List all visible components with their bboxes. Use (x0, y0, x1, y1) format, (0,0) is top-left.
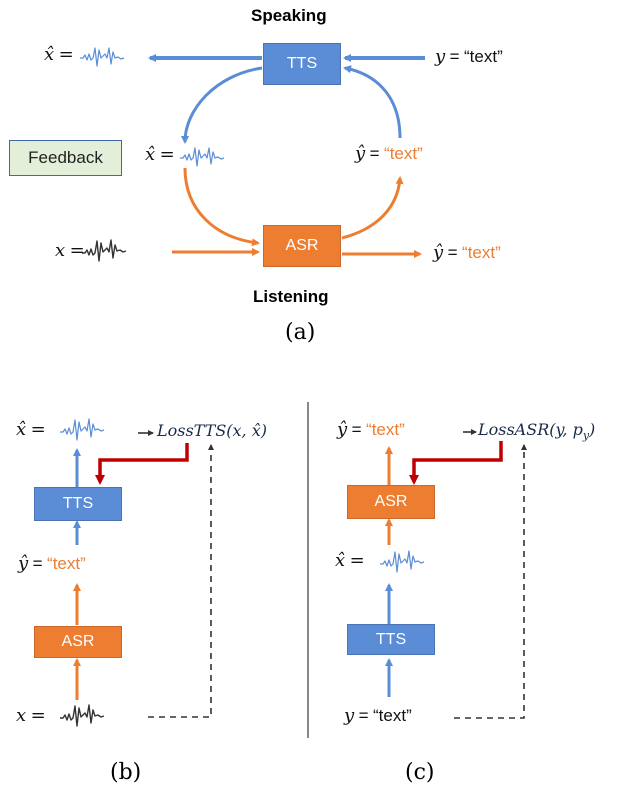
asr-box-a: ASR (263, 225, 341, 267)
x-symbol: x (55, 240, 66, 261)
loss-asr-end: ) (589, 420, 596, 439)
xhat-eq-top: x̂ = (44, 44, 74, 65)
x-symbol: x (16, 705, 27, 726)
tts-box-c: TTS (347, 624, 435, 655)
equals-sign: = (58, 44, 74, 65)
waveform-xhat-feedback (180, 147, 225, 167)
yhat-symbol: ŷ (337, 419, 348, 440)
xhat-eq-b: x̂ = (16, 419, 46, 440)
waveform-xhat-b (60, 418, 105, 441)
diagram-connectors (60, 47, 527, 738)
equals-sign: = (30, 419, 46, 440)
text-word: text (371, 420, 400, 439)
waveform-x-input (82, 239, 127, 262)
dashed-line-c (454, 444, 527, 719)
y-text-input: y = “text” (435, 46, 503, 67)
caption-a: (a) (285, 320, 316, 345)
loss-tts-label: LossTTS(x, x̂) (157, 421, 267, 440)
loss-asr-main: LossASR(y, p (478, 420, 583, 439)
asr-box-b: ASR (34, 626, 122, 658)
x-eq-input: x = (55, 240, 85, 261)
text-word: text (389, 144, 418, 163)
y-text-value: “text” (373, 706, 412, 725)
text-word: text (52, 554, 81, 573)
y-symbol: y (344, 705, 355, 726)
equals-sign: = (30, 705, 46, 726)
equals-sign: = (358, 706, 369, 725)
yhat-symbol: ŷ (18, 553, 29, 574)
equals-sign: = (351, 420, 362, 439)
xhat-symbol: x̂ (145, 144, 156, 165)
y-text-c: y = “text” (344, 705, 412, 726)
speaking-label: Speaking (251, 6, 327, 25)
y-text-value: “text” (464, 47, 503, 66)
arrow-asr-to-yhat (341, 176, 404, 240)
yhat-text-b: ŷ = “text” (18, 553, 86, 574)
yhat-text-output: ŷ = “text” (433, 242, 501, 263)
waveform-x-b (60, 704, 105, 727)
tts-box-a: TTS (263, 43, 341, 85)
xhat-eq-c: x̂ = (335, 550, 365, 571)
arrow-tts-to-feedback-xhat (181, 66, 263, 144)
dashed-line-b (148, 444, 214, 718)
quote-close: ” (80, 554, 86, 573)
feedback-box: Feedback (9, 140, 122, 176)
asr-box-c: ASR (347, 485, 435, 519)
arrow-xhat-to-asr (183, 167, 260, 247)
quote-close: ” (417, 144, 423, 163)
xhat-symbol: x̂ (44, 44, 55, 65)
loss-asr-label: LossASR(y, py) (478, 420, 595, 442)
xhat-eq-feedback: x̂ = (145, 144, 175, 165)
waveform-xhat-top (80, 47, 125, 67)
x-eq-b: x = (16, 705, 46, 726)
tts-box-b: TTS (34, 487, 122, 521)
y-symbol: y (435, 46, 446, 67)
arrow-yhat-to-tts (343, 65, 402, 139)
listening-label: Listening (253, 287, 329, 306)
equals-sign: = (447, 243, 458, 262)
feedback-arrow-c (409, 441, 503, 485)
equals-sign: = (69, 240, 85, 261)
yhat-text-feedback: ŷ = “text” (355, 143, 423, 164)
equals-sign: = (449, 47, 460, 66)
equals-sign: = (32, 554, 43, 573)
panel-b-arrows (73, 430, 214, 718)
yhat-symbol: ŷ (355, 143, 366, 164)
yhat-symbol: ŷ (433, 242, 444, 263)
equals-sign: = (159, 144, 175, 165)
quote-close: ” (495, 243, 501, 262)
xhat-symbol: x̂ (335, 550, 346, 571)
text-word: text (467, 243, 496, 262)
yhat-text-c: ŷ = “text” (337, 419, 405, 440)
waveform-xhat-c (380, 550, 425, 573)
xhat-symbol: x̂ (16, 419, 27, 440)
caption-b: (b) (110, 760, 142, 785)
feedback-arrow-b (95, 443, 189, 485)
equals-sign: = (369, 144, 380, 163)
caption-c: (c) (405, 760, 435, 785)
panel-c-arrows (385, 429, 527, 719)
equals-sign: = (349, 550, 365, 571)
quote-close: ” (399, 420, 405, 439)
